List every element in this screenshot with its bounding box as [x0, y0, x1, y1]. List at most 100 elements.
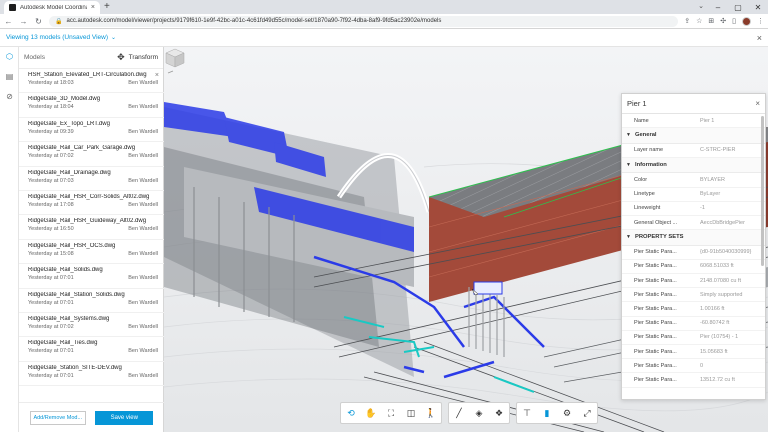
property-key: Pier Static Para...: [634, 263, 677, 270]
model-list-item[interactable]: RidgeGate_Station_SITE-DEV.dwg Yesterday …: [19, 362, 164, 387]
model-list-item[interactable]: RidgeGate_Rail_Systems.dwg Yesterday at 0…: [19, 313, 164, 338]
minimize-icon[interactable]: –: [708, 0, 728, 14]
fit-to-view-icon[interactable]: ⛶: [381, 403, 401, 423]
settings-gear-icon[interactable]: ⚙: [557, 403, 577, 423]
explode-icon[interactable]: ❖: [489, 403, 509, 423]
section-general[interactable]: ▼ General: [622, 128, 765, 144]
save-view-button[interactable]: Save view: [95, 410, 154, 425]
model-list-item[interactable]: RidgeGate_Rail_HSR_Guideway_Alt02.dwg Yes…: [19, 215, 164, 240]
url-field[interactable]: 🔒 acc.autodesk.com/model/viewer/projects…: [49, 15, 679, 27]
property-row: Pier Static Para... 0: [622, 359, 765, 374]
view-title[interactable]: Viewing 13 models (Unsaved View): [6, 34, 108, 41]
autodesk-favicon-icon: [9, 4, 16, 11]
model-list-item[interactable]: RidgeGate_Rail_Ties.dwg Yesterday at 07:0…: [19, 337, 164, 362]
close-properties-icon[interactable]: ×: [755, 99, 760, 108]
browser-tabstrip: Autodesk Model Coordination × + ⌄ – ▢ ✕: [0, 0, 768, 14]
model-list-item[interactable]: RidgeGate_3D_Model.dwg Yesterday at 18:04…: [19, 93, 164, 118]
model-name: RidgeGate_Rail_HSR_OCS.dwg: [28, 242, 116, 249]
model-meta: Yesterday at 07:01 Ben Wardell: [28, 300, 158, 306]
add-remove-models-button[interactable]: Add/Remove Mod...: [29, 410, 86, 425]
property-row: General Object ... AeccDbBridgePier: [622, 216, 765, 231]
model-list-item[interactable]: RidgeGate_Rail_Drainage.dwg Yesterday at …: [19, 167, 164, 191]
profile-avatar[interactable]: [742, 16, 751, 26]
model-list-item[interactable]: RidgeGate_Rail_HSR_Corr-Solids_Alt02.dwg…: [19, 191, 164, 216]
menu-kebab-icon[interactable]: ⋮: [757, 17, 764, 25]
property-row: Pier Static Para... Pier (10754) - 1: [622, 331, 765, 345]
checklist-icon[interactable]: ⊘: [0, 87, 19, 107]
transform-button[interactable]: ✥ Transform: [117, 52, 158, 63]
section-information[interactable]: ▼ Information: [622, 157, 765, 174]
section-property-sets[interactable]: ▼ PROPERTY SETS: [622, 230, 765, 246]
chevron-down-icon[interactable]: ⌄: [111, 34, 116, 41]
models-cube-icon[interactable]: ⬡: [0, 47, 19, 67]
new-tab-icon[interactable]: +: [104, 1, 110, 12]
model-name: RidgeGate_Station_SITE-DEV.dwg: [28, 364, 122, 371]
tab-search-chevron-icon[interactable]: ⌄: [698, 2, 704, 10]
model-date: Yesterday at 07:03: [28, 177, 74, 184]
model-list-item[interactable]: RidgeGate_Ex_Topo_LRT.dwg Yesterday at 09…: [19, 118, 164, 143]
markup-tools: ╱ ◈ ❖: [448, 402, 510, 424]
property-value: BYLAYER: [700, 176, 725, 183]
reload-icon[interactable]: ↻: [34, 17, 43, 26]
model-author: Ben Wardell: [128, 104, 158, 111]
back-icon[interactable]: ←: [4, 17, 13, 26]
orbit-icon[interactable]: ⟲: [341, 403, 361, 423]
fullscreen-icon[interactable]: ⤢: [577, 403, 597, 423]
model-meta: Yesterday at 18:04 Ben Wardell: [28, 104, 158, 110]
first-person-icon[interactable]: 🚶: [421, 403, 441, 423]
viewcube-icon[interactable]: [164, 47, 186, 77]
property-row: Color BYLAYER: [622, 173, 765, 188]
star-icon[interactable]: ☆: [696, 17, 702, 25]
property-key: Pier Static Para...: [634, 277, 677, 284]
remove-model-icon[interactable]: ×: [155, 72, 159, 79]
model-meta: Yesterday at 16:50 Ben Wardell: [28, 226, 158, 232]
property-value: {d0-91b5040030999}: [700, 249, 752, 256]
properties-icon[interactable]: ▮: [537, 403, 557, 423]
section-icon[interactable]: ◈: [469, 403, 489, 423]
extension-icons: ⇪ ☆ ⊞ ✣ ▯ ⋮: [684, 16, 764, 26]
properties-panel: Pier 1 × Name Pier 1 ▼ General Layer nam…: [621, 93, 766, 400]
property-value: AeccDbBridgePier: [700, 219, 745, 226]
property-value: 1.00166 ft: [700, 305, 725, 312]
property-set-rows: Pier Static Para... {d0-91b5040030999} Pie…: [622, 246, 765, 388]
model-name: RidgeGate_Ex_Topo_LRT.dwg: [28, 120, 110, 127]
properties-scrollbar[interactable]: [761, 116, 764, 266]
model-list-item[interactable]: HSR_Station_Elevated_LRT-Circulation.dwg…: [19, 69, 164, 94]
property-key: General Object ...: [634, 219, 678, 226]
model-date: Yesterday at 17:08: [28, 201, 74, 208]
measure-icon[interactable]: ╱: [449, 403, 469, 423]
model-list: HSR_Station_Elevated_LRT-Circulation.dwg…: [19, 69, 164, 387]
close-tab-icon[interactable]: ×: [91, 4, 95, 11]
model-list-item[interactable]: RidgeGate_Rail_Station_Solids.dwg Yesterd…: [19, 289, 164, 313]
comments-icon[interactable]: ▤: [0, 67, 19, 87]
model-list-item[interactable]: RidgeGate_Rail_Solids.dwg Yesterday at 07…: [19, 264, 164, 289]
model-list-item[interactable]: RidgeGate_Rail_Car_Park_Garage.dwg Yester…: [19, 142, 164, 167]
close-window-icon[interactable]: ✕: [748, 0, 768, 14]
share-icon[interactable]: ⇪: [684, 17, 690, 25]
forward-icon[interactable]: →: [19, 17, 28, 26]
extension-icon[interactable]: ⊞: [708, 17, 714, 25]
navigation-tools: ⟲ ✋ ⛶ ◫ 🚶: [340, 402, 442, 424]
model-author: Ben Wardell: [128, 372, 158, 379]
property-value: ByLayer: [700, 191, 721, 198]
maximize-icon[interactable]: ▢: [728, 0, 748, 14]
model-author: Ben Wardell: [128, 177, 158, 184]
model-name: RidgeGate_Rail_HSR_Guideway_Alt02.dwg: [28, 218, 147, 225]
property-key: Pier Static Para...: [634, 376, 677, 383]
model-name: RidgeGate_Rail_HSR_Corr-Solids_Alt02.dwg: [28, 193, 150, 200]
model-name: RidgeGate_Rail_Solids.dwg: [28, 267, 103, 274]
pan-icon[interactable]: ✋: [361, 403, 381, 423]
property-row: Linetype ByLayer: [622, 188, 765, 202]
close-viewer-icon[interactable]: ×: [757, 33, 762, 43]
model-browser-icon[interactable]: ⊤: [517, 403, 537, 423]
model-date: Yesterday at 18:04: [28, 104, 74, 111]
browser-tab[interactable]: Autodesk Model Coordination ×: [4, 1, 100, 14]
sidepanel-icon[interactable]: ▯: [732, 17, 736, 25]
model-author: Ben Wardell: [128, 201, 158, 208]
property-key: Pier Static Para...: [634, 320, 677, 327]
property-key: Pier Static Para...: [634, 348, 677, 355]
model-list-item[interactable]: RidgeGate_Rail_HSR_OCS.dwg Yesterday at 1…: [19, 240, 164, 265]
camera-icon[interactable]: ◫: [401, 403, 421, 423]
models-panel-header: Models ✥ Transform: [19, 47, 163, 69]
puzzle-icon[interactable]: ✣: [720, 17, 726, 25]
